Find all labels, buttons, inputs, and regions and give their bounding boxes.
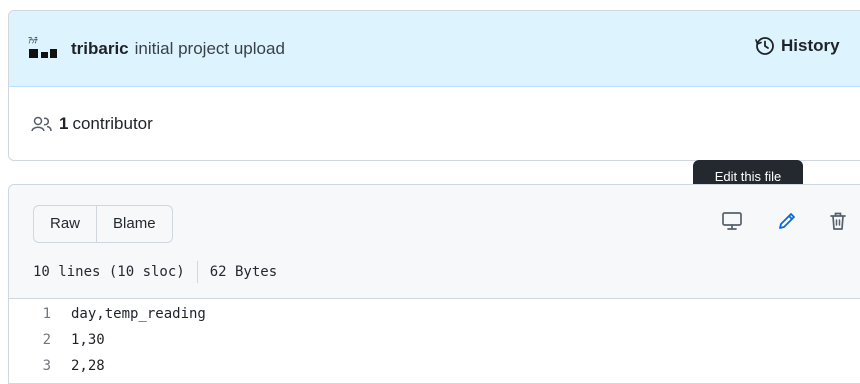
code-text: day,temp_reading <box>71 306 206 322</box>
divider <box>196 261 198 283</box>
latest-commit-box: ｱｯﾁ tribaric initial project upload Hist… <box>8 10 860 161</box>
file-size: 62 Bytes <box>209 264 278 280</box>
code-text: 1,30 <box>71 332 105 348</box>
history-icon <box>755 37 774 55</box>
raw-button[interactable]: Raw <box>34 206 96 242</box>
line-number[interactable]: 1 <box>9 306 65 322</box>
pencil-icon[interactable] <box>776 210 798 232</box>
history-link[interactable]: History <box>755 36 840 56</box>
commit-author-link[interactable]: tribaric <box>71 39 129 59</box>
blame-button[interactable]: Blame <box>96 206 172 242</box>
desktop-icon[interactable] <box>721 210 743 232</box>
file-viewer: Raw Blame 10 lines (10 sloc) 62 Bytes 1 … <box>8 184 860 384</box>
trash-icon[interactable] <box>827 210 849 232</box>
contributor-count: 1 <box>59 114 69 133</box>
line-number[interactable]: 3 <box>9 358 65 374</box>
commit-message-link[interactable]: initial project upload <box>135 39 285 59</box>
code-text: 2,28 <box>71 358 105 374</box>
history-label: History <box>781 36 840 55</box>
file-info: 10 lines (10 sloc) 62 Bytes <box>33 261 277 283</box>
code-line: 3 2,28 <box>9 353 860 379</box>
line-number[interactable]: 2 <box>9 332 65 348</box>
code-line: 2 1,30 <box>9 327 860 353</box>
people-icon <box>31 116 52 132</box>
code-line: 1 day,temp_reading <box>9 301 860 327</box>
view-button-group: Raw Blame <box>33 205 173 243</box>
line-count: 10 lines (10 sloc) <box>33 264 185 280</box>
code-view: 1 day,temp_reading 2 1,30 3 2,28 <box>9 299 860 379</box>
commit-header: ｱｯﾁ tribaric initial project upload Hist… <box>9 11 860 87</box>
contributors-row[interactable]: 1 contributor <box>9 87 860 160</box>
file-header: Raw Blame 10 lines (10 sloc) 62 Bytes <box>9 185 860 299</box>
contributor-label: contributor <box>72 114 153 133</box>
author-avatar[interactable]: ｱｯﾁ <box>25 35 59 63</box>
